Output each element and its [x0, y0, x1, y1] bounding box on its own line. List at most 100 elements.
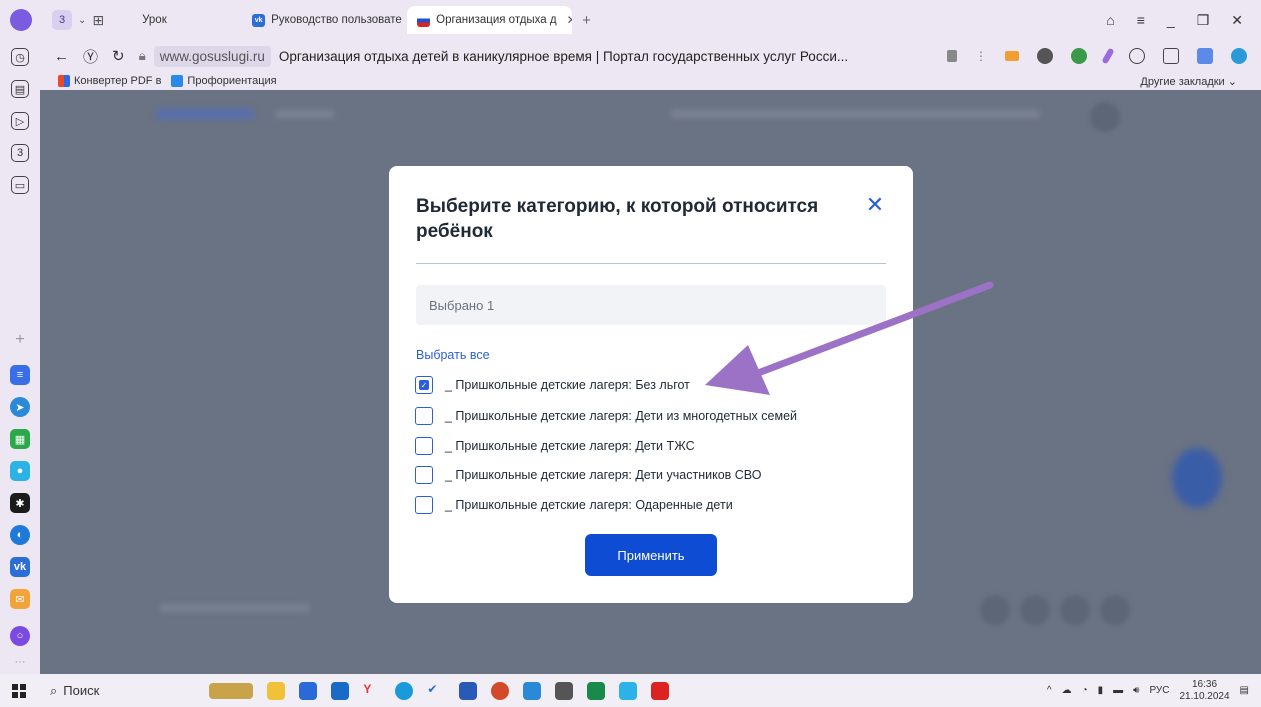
tab-active[interactable]: Организация отдыха д ✕ — [407, 6, 573, 34]
checkbox[interactable] — [415, 466, 433, 484]
address-bar: ← Ⓨ ↻ 🔒︎ www.gosuslugi.ru Организация от… — [40, 40, 1261, 72]
acrobat-icon[interactable] — [651, 681, 670, 700]
tab-label: Урок — [142, 14, 167, 26]
pen-ext-icon[interactable] — [1101, 47, 1115, 65]
chat-app-icon[interactable] — [619, 681, 638, 700]
bookmark-icon[interactable] — [947, 50, 957, 62]
ai-app-icon[interactable]: ✱ — [10, 493, 30, 513]
alice-icon[interactable]: ○ — [10, 626, 30, 646]
battery-icon[interactable]: ▬ — [1113, 685, 1123, 696]
tab-lesson[interactable]: Урок — [132, 6, 242, 34]
language-indicator[interactable]: РУС — [1149, 685, 1169, 696]
option-svo-participants[interactable]: _ Пришкольные детские лагеря: Дети участ… — [415, 466, 761, 484]
volume-icon[interactable]: 🔊︎ — [1133, 685, 1139, 696]
tab-guide[interactable]: vk Руководство пользовате — [242, 6, 407, 34]
network-icon[interactable]: ◔ — [1082, 685, 1088, 696]
restore-icon[interactable]: ❐ — [1197, 12, 1210, 29]
history-icon[interactable]: ◷ — [11, 48, 29, 66]
url-field[interactable]: 🔒︎ www.gosuslugi.ru Организация отдыха д… — [139, 45, 848, 67]
checkbox[interactable] — [415, 496, 433, 514]
tab-group[interactable]: 3 ⌄ ⊞ — [52, 10, 104, 30]
taskbar-search[interactable]: ⌕ Поиск — [50, 683, 99, 699]
windows-taskbar: ⌕ Поиск Y ✔ ^ ☁ ◔ ▮ ▬ 🔊︎ РУС 16:36 21.10… — [0, 674, 1261, 707]
checkbox[interactable] — [415, 407, 433, 425]
other-bookmarks[interactable]: Другие закладки ⌄ — [1140, 75, 1261, 88]
notifications-icon[interactable]: ▤ — [1240, 685, 1249, 696]
calculator-icon[interactable] — [555, 681, 574, 700]
option-difficult-situation[interactable]: _ Пришкольные детские лагеря: Дети ТЖС — [415, 437, 695, 455]
chevron-down-icon[interactable]: ⌄ — [78, 15, 86, 26]
new-tab-button[interactable]: + — [572, 6, 601, 34]
excel-icon[interactable] — [587, 681, 606, 700]
file-explorer-icon[interactable] — [267, 681, 286, 700]
widget-trees-icon[interactable] — [209, 682, 254, 699]
word-icon[interactable] — [459, 681, 478, 700]
cloud-icon[interactable]: ☁ — [1062, 685, 1072, 696]
url-domain: www.gosuslugi.ru — [153, 45, 271, 67]
telegram-app-icon[interactable]: ➤ — [10, 397, 30, 417]
audio-ext-icon[interactable] — [1005, 51, 1019, 61]
career-icon — [171, 75, 184, 87]
doc-ext-icon[interactable] — [1197, 48, 1213, 64]
collections-icon[interactable]: ▤ — [11, 80, 29, 98]
vk-app-icon[interactable]: vk — [10, 557, 30, 577]
bookmark-label: Профориентация — [187, 75, 277, 87]
checkbox[interactable] — [415, 437, 433, 455]
browser-app-icon[interactable]: ◐ — [10, 525, 30, 545]
menu-icon[interactable]: ≡ — [1137, 12, 1145, 29]
grid-app-icon[interactable]: ▦ — [10, 429, 30, 449]
close-window-icon[interactable]: ✕ — [1231, 12, 1243, 29]
mic-icon[interactable]: ▮ — [1098, 685, 1104, 696]
clipboard-icon[interactable] — [1163, 48, 1179, 64]
add-panel-icon[interactable]: + — [10, 330, 30, 350]
yandex-browser-icon[interactable]: Y — [363, 682, 381, 700]
bookmark-label: Конвертер PDF в — [74, 75, 162, 87]
option-large-families[interactable]: _ Пришкольные детские лагеря: Дети из мн… — [415, 407, 797, 425]
store-icon[interactable] — [299, 681, 318, 700]
option-no-benefits[interactable]: ✓ _ Пришкольные детские лагеря: Без льго… — [415, 376, 690, 394]
idea-ext-icon[interactable] — [1037, 48, 1053, 64]
selected-count-field[interactable]: Выбрано 1 — [416, 285, 886, 325]
chevron-up-icon[interactable]: ^ — [1047, 685, 1052, 696]
counter-ext-icon[interactable] — [1231, 48, 1247, 64]
notes-app-icon[interactable]: ≡ — [10, 365, 30, 385]
clock[interactable]: 16:36 21.10.2024 — [1179, 679, 1229, 703]
bookmark-pdf[interactable]: Конвертер PDF в — [58, 75, 161, 87]
gosuslugi-favicon-icon — [417, 13, 431, 27]
minimize-icon[interactable]: _ — [1167, 12, 1175, 29]
checkbox-checked[interactable]: ✓ — [415, 376, 433, 394]
powerpoint-icon[interactable] — [491, 681, 510, 700]
bookmark-career[interactable]: Профориентация — [171, 75, 277, 87]
clock-time: 16:36 — [1192, 678, 1218, 690]
site-logo-blurred — [155, 108, 255, 120]
more-icon[interactable]: ··· — [10, 652, 30, 672]
outlook-icon[interactable] — [331, 681, 350, 700]
clock-date: 21.10.2024 — [1179, 690, 1230, 702]
calendar-icon[interactable] — [523, 681, 542, 700]
download-icon[interactable] — [1129, 48, 1145, 64]
more-vertical-icon[interactable]: ⋮ — [975, 49, 987, 63]
bookmarks-bar: Конвертер PDF в Профориентация Другие за… — [40, 72, 1261, 90]
bookmark-panel-icon[interactable]: ⌂ — [1106, 12, 1114, 29]
shield-ext-icon[interactable] — [1071, 48, 1087, 64]
close-icon[interactable]: ✕ — [864, 192, 886, 217]
back-icon[interactable]: ← — [54, 48, 69, 65]
messenger-app-icon[interactable]: ● — [10, 461, 30, 481]
browser-side-panel: ◷ ▤ ▷ 3 ▭ + ≡ ➤ ▦ ● ✱ ◐ vk ✉ ○ ··· — [0, 0, 40, 674]
windows-start-icon[interactable] — [12, 683, 26, 698]
tab-counter-icon[interactable]: 3 — [11, 144, 29, 162]
assistant-blur — [1172, 448, 1222, 508]
todo-icon[interactable]: ✔ — [427, 682, 445, 700]
reload-icon[interactable]: ↻ — [112, 47, 125, 65]
apply-button[interactable]: Применить — [585, 534, 717, 576]
tab-grid-icon[interactable]: ⊞ — [92, 12, 104, 29]
edge-icon[interactable] — [395, 681, 414, 700]
mail-app-icon[interactable]: ✉ — [10, 589, 30, 609]
yandex-icon[interactable]: Ⓨ — [83, 46, 98, 67]
tab-bar: 3 ⌄ ⊞ Урок vk Руководство пользовате Орг… — [40, 0, 1261, 40]
option-gifted-children[interactable]: _ Пришкольные детские лагеря: Одаренные … — [415, 496, 733, 514]
play-icon[interactable]: ▷ — [11, 112, 29, 130]
profile-avatar[interactable] — [10, 9, 32, 31]
select-all-link[interactable]: Выбрать все — [416, 348, 490, 362]
screenshot-icon[interactable]: ▭ — [11, 176, 29, 194]
